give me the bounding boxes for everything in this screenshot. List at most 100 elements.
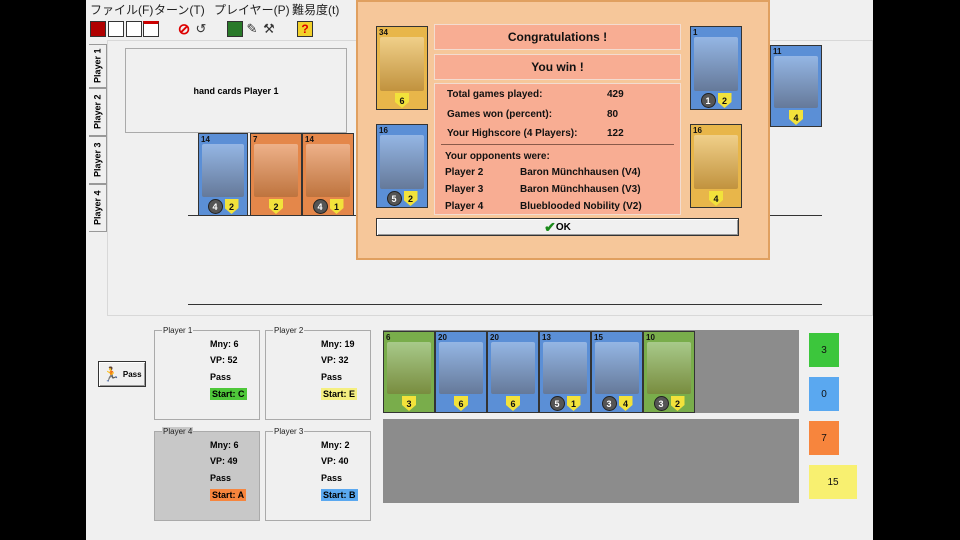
cost-badge: 3 (653, 396, 669, 411)
opponent-player: Player 4 (445, 201, 484, 212)
card-number: 1 (693, 28, 698, 37)
dialog-card: 34 6 (376, 26, 428, 110)
ok-button[interactable]: ✔ OK (376, 218, 739, 236)
player-start: Start: B (321, 489, 358, 501)
congratulations-title: Congratulations ! (434, 24, 681, 50)
undo-icon[interactable]: ↺ (193, 21, 209, 37)
victory-points-shield: 6 (454, 396, 468, 411)
victory-points-shield: 2 (670, 396, 685, 411)
player-status: Pass (321, 473, 343, 483)
market-card[interactable]: 15 3 4 (591, 331, 643, 413)
player-title: Player 1 (162, 326, 194, 335)
running-man-icon: 🏃 (102, 365, 120, 382)
board-divider-bottom (188, 304, 822, 305)
stop-icon[interactable]: ⊘ (176, 21, 192, 38)
edit-icon[interactable]: ✎ (244, 21, 260, 37)
opponents-heading: Your opponents were: (445, 151, 550, 162)
dialog-card: 16 5 2 (376, 124, 428, 208)
market-card[interactable]: 10 3 2 (643, 331, 695, 413)
stop-square-icon[interactable] (90, 21, 106, 37)
card-artwork (254, 144, 298, 197)
deck-counter-green: 3 (809, 333, 839, 367)
card-badges: 12 (691, 93, 741, 108)
cost-badge: 3 (601, 396, 617, 411)
save-icon[interactable] (143, 21, 159, 37)
you-win-title: You win ! (434, 54, 681, 80)
player-money: Mny: 6 (210, 440, 239, 450)
card-badges: 4 (771, 110, 821, 125)
victory-points-shield: 2 (403, 191, 418, 206)
cost-badge: 1 (700, 93, 716, 108)
player-vp: VP: 40 (321, 456, 349, 466)
victory-points-shield: 1 (329, 199, 344, 214)
menu-player[interactable]: プレイヤー(P) (214, 1, 290, 18)
game-over-dialog: 34 6 16 5 2 112 16 4 Congratulations ! You w… (356, 0, 770, 260)
hand-card[interactable]: 14 4 2 (198, 133, 248, 216)
card-artwork (595, 342, 639, 394)
open-icon[interactable] (126, 21, 142, 37)
discard-area (383, 419, 799, 503)
tab-player-4[interactable]: Player 4 (89, 184, 107, 232)
card-number: 20 (490, 333, 499, 342)
opponent-name: Baron Münchhausen (V4) (520, 167, 641, 178)
card-artwork (694, 37, 738, 91)
player-status: Pass (210, 372, 232, 382)
card-artwork (387, 342, 431, 394)
card-badges: 6 (377, 93, 427, 108)
new-icon[interactable] (108, 21, 124, 37)
card-badges: 2 (251, 199, 301, 214)
victory-points-shield: 4 (789, 110, 803, 125)
stat-value: 429 (607, 89, 624, 100)
results-divider (441, 144, 674, 145)
victory-points-shield: 3 (402, 396, 416, 411)
pass-label: Pass (122, 369, 142, 379)
player-start: Start: E (321, 388, 358, 400)
card-artwork (543, 342, 587, 394)
victory-points-shield: 2 (269, 199, 283, 214)
card-number: 7 (253, 135, 258, 144)
board-card[interactable]: 11 4 (770, 45, 822, 127)
player-vp: VP: 32 (321, 355, 349, 365)
card-number: 16 (693, 126, 702, 135)
player-title: Player 3 (273, 427, 305, 436)
tab-player-2[interactable]: Player 2 (89, 88, 107, 136)
tab-player-3[interactable]: Player 3 (89, 136, 107, 184)
help-icon[interactable]: ? (297, 21, 313, 37)
market-card[interactable]: 63 (383, 331, 435, 413)
cost-badge: 5 (386, 191, 402, 206)
pass-button[interactable]: 🏃 Pass (98, 361, 146, 387)
victory-points-shield: 1 (566, 396, 581, 411)
victory-points-shield: 6 (506, 396, 520, 411)
card-badges: 41 (303, 199, 353, 214)
stat-value: 122 (607, 128, 624, 139)
player-title: Player 2 (273, 326, 305, 335)
market-card[interactable]: 20 6 (435, 331, 487, 413)
card-artwork (647, 342, 691, 394)
player-status: Pass (210, 473, 232, 483)
results-panel: Total games played: 429 Games won (perce… (434, 83, 681, 215)
opponent-player: Player 3 (445, 184, 484, 195)
card-badges: 42 (199, 199, 247, 214)
hand-card[interactable]: 14 4 1 (302, 133, 354, 216)
card-number: 14 (305, 135, 314, 144)
player-start: Start: A (210, 489, 247, 501)
card-artwork (694, 135, 738, 189)
hand-card[interactable]: 72 (250, 133, 302, 216)
market-card[interactable]: 13 5 1 (539, 331, 591, 413)
stat-label: Games won (percent): (447, 109, 553, 120)
card-artwork (380, 135, 424, 189)
computer-icon[interactable] (227, 21, 243, 37)
victory-points-shield: 6 (395, 93, 409, 108)
card-number: 11 (773, 47, 782, 56)
menu-turn[interactable]: ターン(T) (154, 1, 205, 18)
menu-difficulty[interactable]: 難易度(t) (292, 1, 339, 18)
tool-icon[interactable]: ⚒ (261, 21, 277, 37)
market-card[interactable]: 20 6 (487, 331, 539, 413)
card-number: 34 (379, 28, 388, 37)
deck-counter-orange: 7 (809, 421, 839, 455)
deck-counter-yellow: 15 (809, 465, 857, 499)
hand-cards-label: hand cards Player 1 (193, 85, 279, 96)
tab-player-1[interactable]: Player 1 (89, 44, 107, 88)
menu-file[interactable]: ファイル(F) (90, 1, 153, 18)
card-number: 13 (542, 333, 551, 342)
